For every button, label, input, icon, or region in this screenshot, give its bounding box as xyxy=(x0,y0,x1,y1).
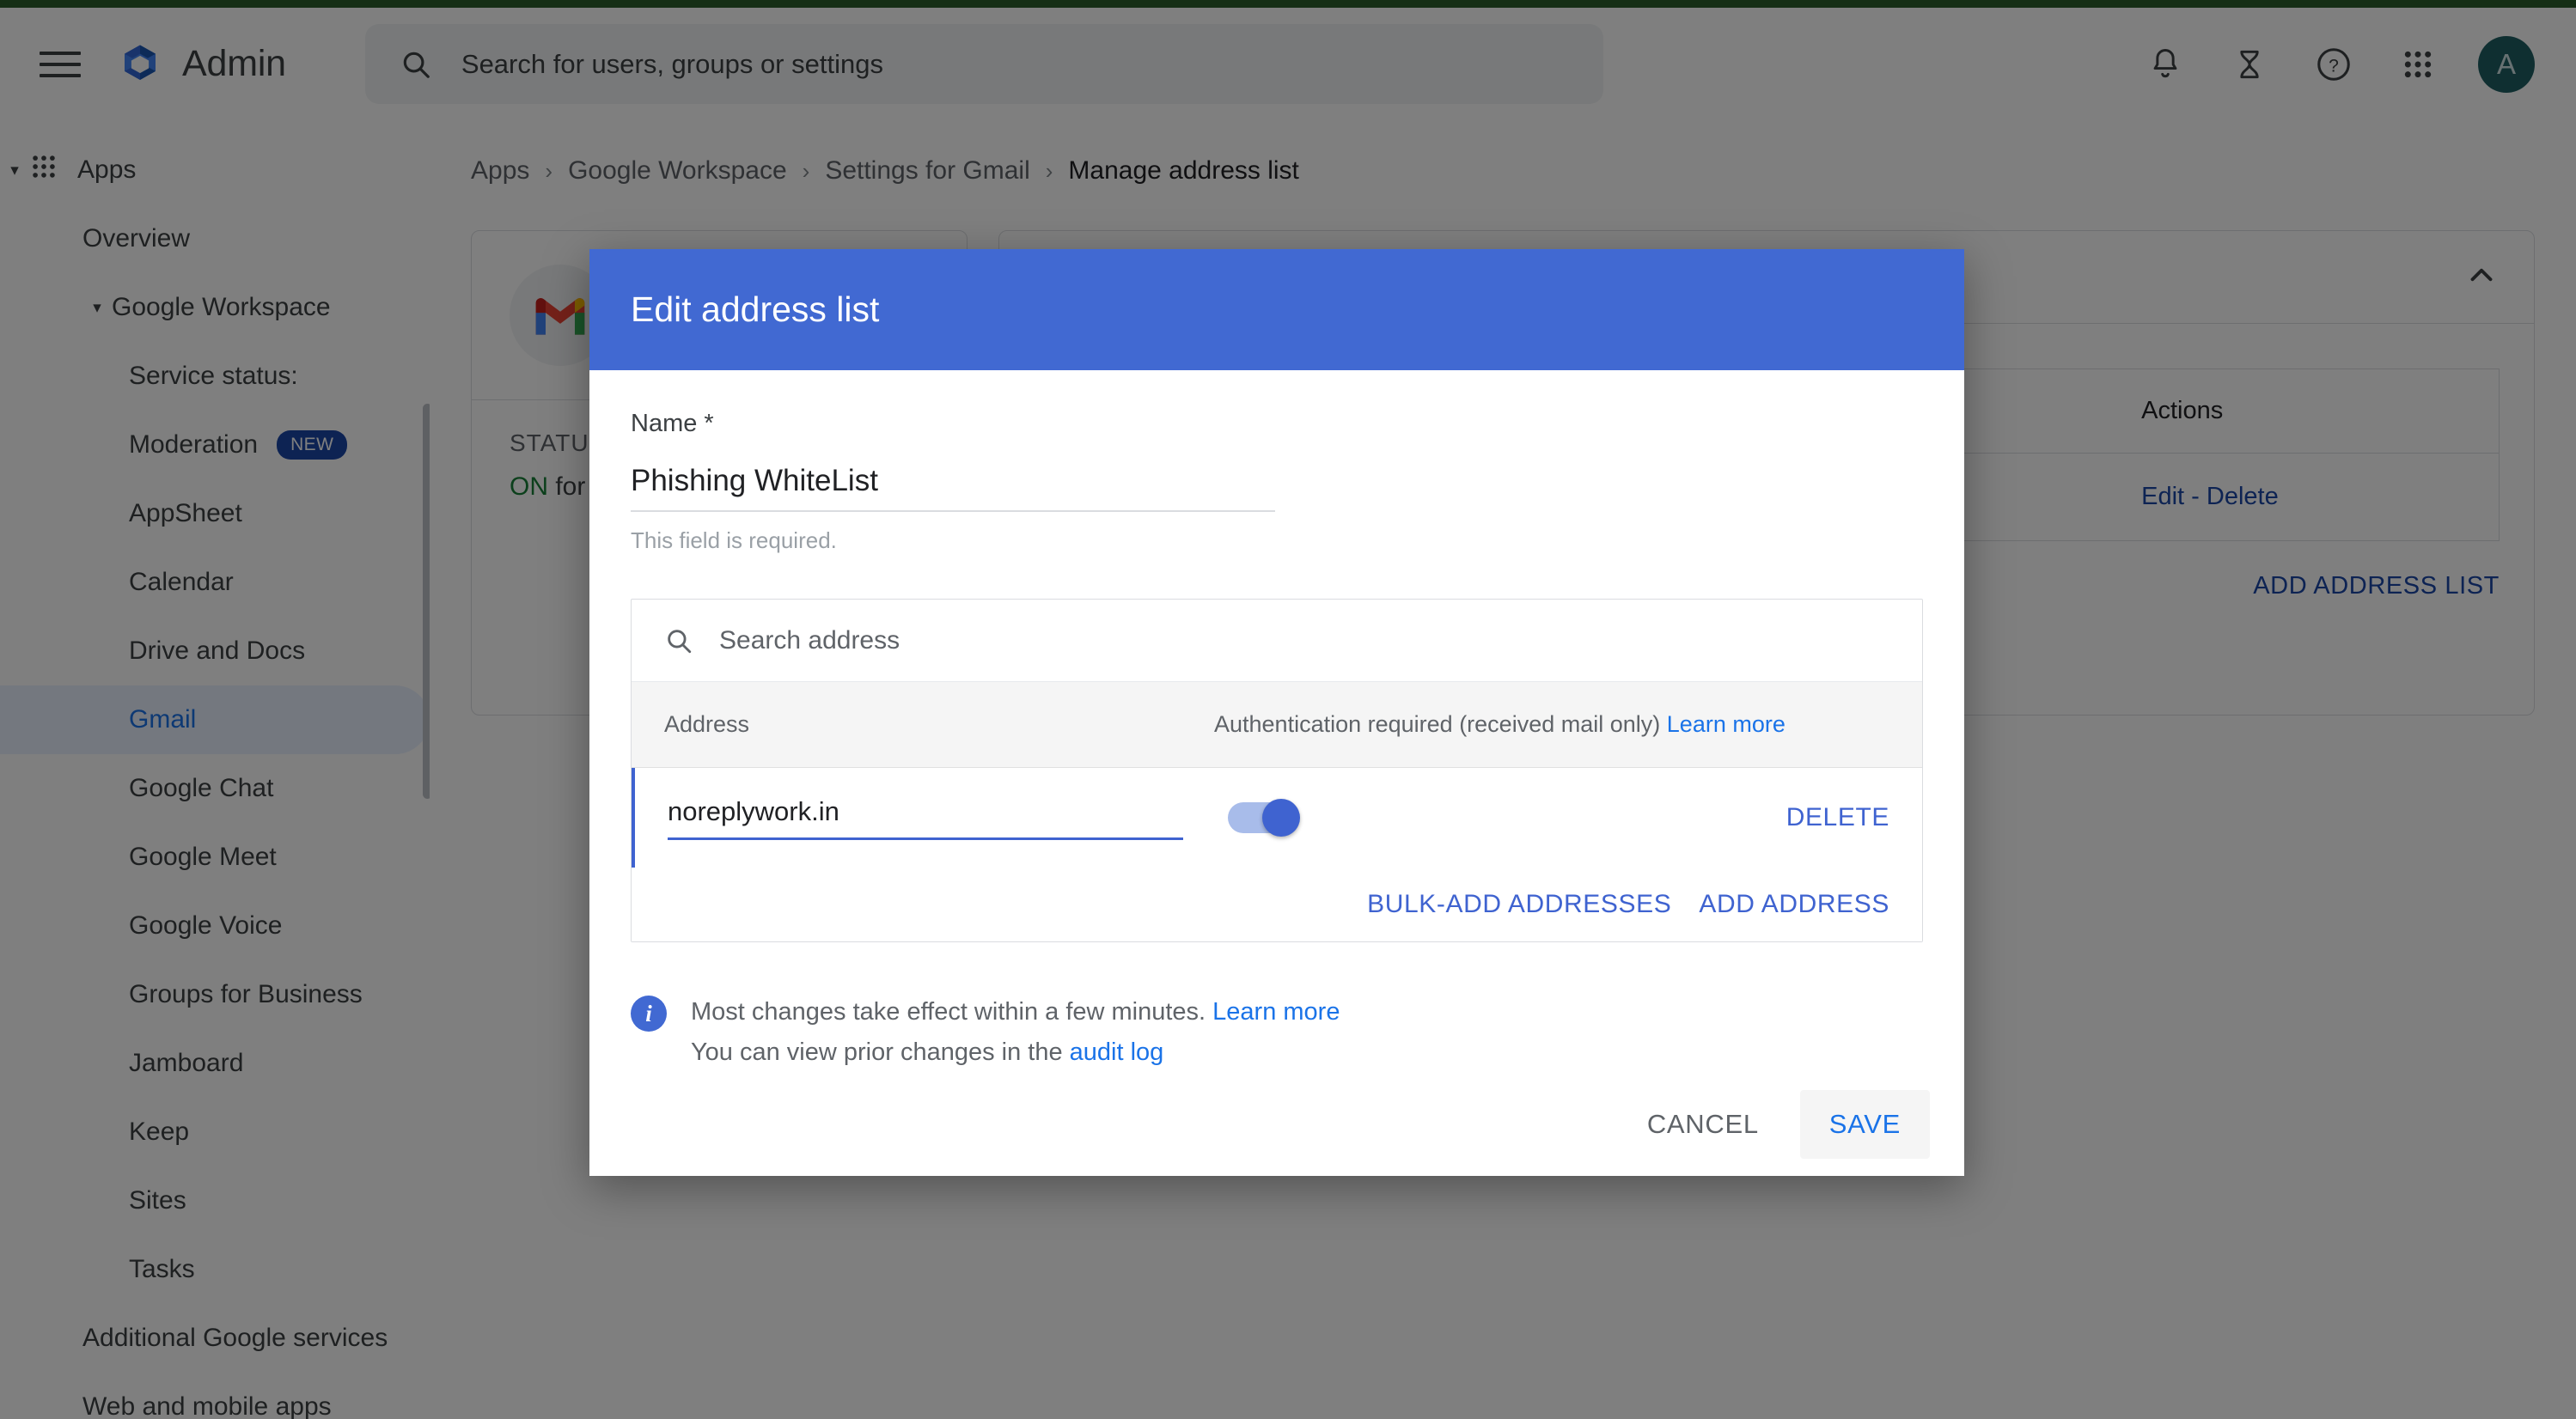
info-line-2-text: You can view prior changes in the xyxy=(691,1038,1063,1067)
add-address-button[interactable]: ADD ADDRESS xyxy=(1699,890,1889,919)
info-line-2: You can view prior changes in the audit … xyxy=(691,1032,1340,1073)
search-icon xyxy=(668,629,692,653)
info-line-1-text: Most changes take effect within a few mi… xyxy=(691,998,1206,1026)
dialog-body: Name * This field is required. Search ad… xyxy=(589,370,1964,1073)
name-field-label: Name * xyxy=(631,410,714,438)
bulk-add-addresses-button[interactable]: BULK-ADD ADDRESSES xyxy=(1367,890,1671,919)
address-search-bar[interactable]: Search address xyxy=(632,600,1922,683)
address-rows: DELETE xyxy=(632,768,1922,868)
audit-log-link[interactable]: audit log xyxy=(1070,1038,1164,1066)
authentication-required-toggle[interactable] xyxy=(1228,799,1300,837)
info-icon: i xyxy=(631,996,667,1032)
name-field-wrap xyxy=(631,464,1275,513)
toggle-thumb xyxy=(1262,799,1300,837)
address-row: DELETE xyxy=(632,768,1922,868)
dialog-title: Edit address list xyxy=(631,289,880,330)
address-table-header: Address Authentication required (receive… xyxy=(632,682,1922,769)
info-text: Most changes take effect within a few mi… xyxy=(691,992,1340,1073)
delete-address-button[interactable]: DELETE xyxy=(1786,803,1889,832)
cancel-button[interactable]: CANCEL xyxy=(1621,1090,1785,1159)
dialog-header: Edit address list xyxy=(589,249,1964,371)
name-field-help: This field is required. xyxy=(631,527,837,554)
info-line-1: Most changes take effect within a few mi… xyxy=(691,992,1340,1032)
address-input[interactable] xyxy=(668,795,1183,840)
save-button[interactable]: SAVE xyxy=(1799,1090,1930,1160)
info-block: i Most changes take effect within a few … xyxy=(631,992,1923,1073)
dialog-footer: CANCEL SAVE xyxy=(589,1073,1964,1176)
address-search-placeholder: Search address xyxy=(719,625,900,655)
th-authentication: Authentication required (received mail o… xyxy=(1214,711,1785,738)
address-panel: Search address Address Authentication re… xyxy=(631,599,1923,943)
th-address: Address xyxy=(664,711,750,738)
address-panel-actions: BULK-ADD ADDRESSES ADD ADDRESS xyxy=(632,868,1922,942)
edit-address-list-dialog: Edit address list Name * This field is r… xyxy=(589,249,1964,1176)
info-learn-more-link[interactable]: Learn more xyxy=(1212,998,1340,1026)
name-input[interactable] xyxy=(631,464,1275,513)
th-auth-text: Authentication required (received mail o… xyxy=(1214,711,1661,738)
auth-learn-more-link[interactable]: Learn more xyxy=(1667,711,1785,737)
